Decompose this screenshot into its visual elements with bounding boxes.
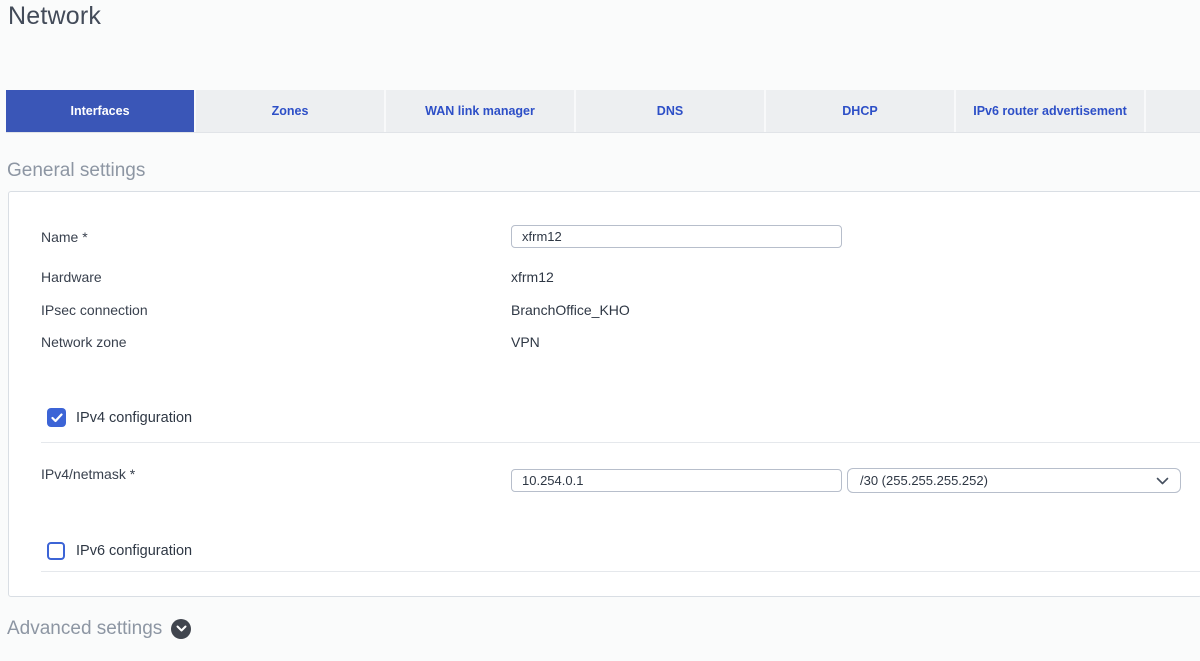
general-settings-header: General settings [7,160,145,182]
ipv4-configuration-checkbox[interactable] [47,408,66,427]
name-label: Name * [41,229,88,245]
tab-ipv6-router-advertisement[interactable]: IPv6 router advertisement [956,90,1146,132]
netmask-selected-option: /30 (255.255.255.252) [860,473,988,488]
name-input[interactable] [511,225,842,248]
chevron-down-circle-icon[interactable] [171,619,192,639]
netmask-select[interactable]: /30 (255.255.255.252) [847,468,1181,493]
advanced-settings-header[interactable]: Advanced settings [7,618,192,640]
ipsec-connection-label: IPsec connection [41,302,148,318]
network-zone-label: Network zone [41,334,127,350]
tab-wan-link-manager[interactable]: WAN link manager [386,90,576,132]
network-zone-value: VPN [511,334,540,350]
divider [41,442,1200,443]
ipv6-configuration-label: IPv6 configuration [76,543,193,559]
ipv4-address-input[interactable] [511,469,842,492]
tab-dns[interactable]: DNS [576,90,766,132]
general-settings-panel: Name * Hardware xfrm12 IPsec connection … [8,191,1200,597]
tab-bar: Interfaces Zones WAN link manager DNS DH… [6,90,1200,133]
divider [41,571,1200,572]
ipv4-netmask-label: IPv4/netmask * [41,466,136,482]
network-settings-page: { "page": { "title": "Network" }, "tabs"… [0,0,1200,661]
tab-zones[interactable]: Zones [196,90,386,132]
check-icon [50,412,63,423]
tab-dhcp[interactable]: DHCP [766,90,956,132]
hardware-label: Hardware [41,269,102,285]
hardware-value: xfrm12 [511,269,554,285]
advanced-settings-title: Advanced settings [7,618,163,639]
general-settings-title: General settings [7,160,146,181]
ipv6-configuration-checkbox[interactable] [47,542,65,560]
chevron-down-icon [1156,477,1169,486]
tab-interfaces[interactable]: Interfaces [6,90,196,132]
ipsec-connection-value: BranchOffice_KHO [511,302,630,318]
tab-overflow-stub [1146,90,1200,132]
page-title: Network [8,2,102,30]
ipv4-configuration-label: IPv4 configuration [76,410,193,426]
